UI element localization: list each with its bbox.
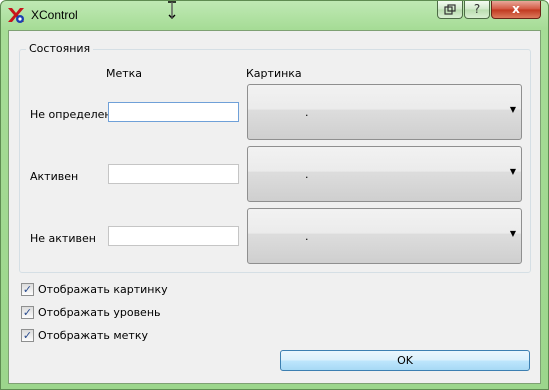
dropdown-arrow-icon: ▼ bbox=[509, 229, 516, 238]
label-input-undefined[interactable] bbox=[108, 102, 239, 122]
close-icon: x bbox=[512, 2, 520, 16]
picture-combo-active[interactable]: . ▼ bbox=[247, 146, 522, 202]
checkmark-icon: ✓ bbox=[22, 329, 33, 342]
combo-value: . bbox=[305, 106, 309, 119]
show-label-label[interactable]: Отображать метку bbox=[38, 329, 148, 342]
label-input-inactive[interactable] bbox=[108, 226, 239, 246]
help-button[interactable]: ? bbox=[464, 1, 490, 19]
close-button[interactable]: x bbox=[491, 1, 541, 19]
restore-button[interactable] bbox=[437, 1, 463, 19]
show-level-label[interactable]: Отображать уровень bbox=[38, 306, 161, 319]
ok-button[interactable]: OK bbox=[280, 350, 530, 371]
group-title: Состояния bbox=[26, 42, 94, 55]
help-icon: ? bbox=[473, 2, 481, 16]
combo-value: . bbox=[305, 168, 309, 181]
picture-combo-inactive[interactable]: . ▼ bbox=[247, 208, 522, 264]
dropdown-arrow-icon: ▼ bbox=[509, 105, 516, 114]
dialog-window: XControl ? x Состояния Метка Картинка Не… bbox=[0, 0, 549, 390]
show-label-checkbox[interactable]: ✓ bbox=[21, 329, 34, 342]
row-label-active: Активен bbox=[30, 170, 79, 183]
row-label-undefined: Не определен bbox=[30, 108, 112, 121]
show-picture-checkbox[interactable]: ✓ bbox=[21, 283, 34, 296]
picture-combo-undefined[interactable]: . ▼ bbox=[247, 84, 522, 140]
resize-cursor-icon bbox=[168, 1, 176, 19]
xcontrol-app-icon bbox=[8, 8, 24, 23]
label-input-active[interactable] bbox=[108, 164, 239, 184]
restore-icon bbox=[444, 4, 456, 15]
window-title: XControl bbox=[31, 8, 78, 22]
column-header-label: Метка bbox=[106, 67, 143, 80]
combo-value: . bbox=[305, 230, 309, 243]
column-header-picture: Картинка bbox=[246, 67, 302, 80]
show-picture-label[interactable]: Отображать картинку bbox=[38, 283, 168, 296]
dropdown-arrow-icon: ▼ bbox=[509, 167, 516, 176]
show-level-checkbox[interactable]: ✓ bbox=[21, 306, 34, 319]
checkmark-icon: ✓ bbox=[22, 283, 33, 296]
row-label-inactive: Не активен bbox=[30, 232, 96, 245]
checkmark-icon: ✓ bbox=[22, 306, 33, 319]
title-bar[interactable]: XControl ? x bbox=[1, 1, 548, 29]
dialog-client-area: Состояния Метка Картинка Не определен . … bbox=[8, 30, 541, 384]
